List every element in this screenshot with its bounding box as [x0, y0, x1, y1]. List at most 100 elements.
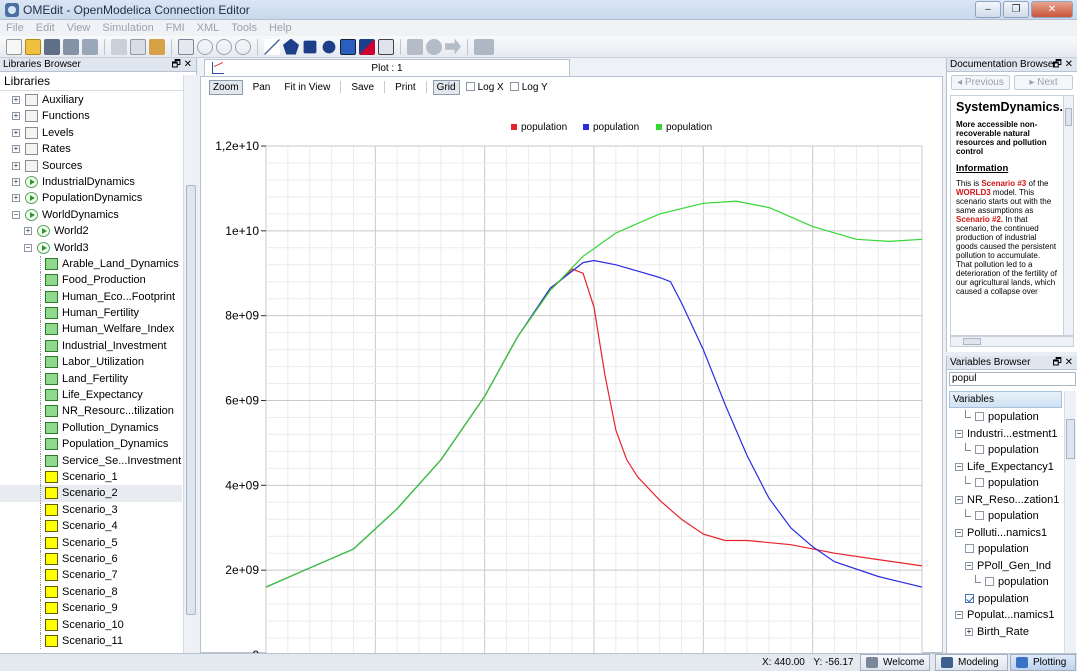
collapse-icon[interactable]: −	[12, 210, 20, 219]
fit-in-view-button[interactable]: Fit in View	[280, 80, 334, 95]
cut-icon[interactable]	[111, 38, 127, 55]
grid-button[interactable]: Grid	[432, 79, 460, 95]
expand-icon[interactable]: +	[12, 96, 20, 104]
variables-filter-input[interactable]: popul	[949, 372, 1076, 386]
scrollbar-thumb[interactable]	[1066, 419, 1075, 459]
library-tree-item[interactable]: NR_Resourc...tilization	[0, 403, 182, 420]
library-tree-item[interactable]: Arable_Land_Dynamics	[0, 255, 182, 272]
variable-item[interactable]: population	[949, 442, 1062, 459]
variable-group[interactable]: − PPoll_Gen_Ind	[949, 558, 1062, 575]
world3-link[interactable]: WORLD3	[956, 188, 991, 197]
documentation-hscrollbar[interactable]	[950, 336, 1074, 347]
copy-icon[interactable]	[130, 38, 146, 55]
menu-view[interactable]: View	[67, 22, 91, 34]
grid-icon[interactable]	[178, 38, 194, 55]
next-button[interactable]: ▸ Next	[1014, 75, 1073, 90]
library-tree-item[interactable]: Life_Expectancy	[0, 387, 182, 404]
menu-xml[interactable]: XML	[197, 22, 220, 34]
library-tree-item[interactable]: Labor_Utilization	[0, 354, 182, 371]
library-tree-item[interactable]: Scenario_8	[0, 583, 182, 600]
library-tree-item[interactable]: + Rates	[0, 141, 182, 157]
minimize-button[interactable]: ‒	[975, 1, 1001, 18]
variable-item[interactable]: population	[949, 409, 1062, 426]
library-tree-item[interactable]: − WorldDynamics	[0, 207, 182, 223]
library-tree-item[interactable]: Scenario_10	[0, 616, 182, 633]
library-tree-item[interactable]: Scenario_1	[0, 468, 182, 485]
library-tree-item[interactable]: + Auxiliary	[0, 92, 182, 108]
variable-item[interactable]: population	[949, 475, 1062, 492]
new-file-icon[interactable]	[6, 38, 22, 55]
library-tree-item[interactable]: Food_Production	[0, 272, 182, 289]
check-all-icon[interactable]	[426, 38, 442, 55]
log-x-toggle[interactable]: Log X	[465, 82, 504, 93]
variable-group[interactable]: + Birth_Rate	[949, 624, 1062, 641]
library-tree-item[interactable]: Pollution_Dynamics	[0, 419, 182, 436]
expand-icon[interactable]: +	[965, 627, 973, 636]
library-tree-item[interactable]: Land_Fertility	[0, 370, 182, 387]
variables-column-header[interactable]: Variables	[949, 391, 1062, 408]
plot-tab[interactable]: Plot : 1	[204, 59, 570, 77]
library-tree-item[interactable]: Scenario_4	[0, 518, 182, 535]
variable-checkbox[interactable]	[965, 593, 974, 603]
variable-item[interactable]: population	[949, 574, 1062, 591]
scenario-2-link[interactable]: Scenario #2.	[956, 215, 1003, 224]
variable-group[interactable]: − Populat...namics1	[949, 607, 1062, 624]
collapse-icon[interactable]: −	[955, 495, 963, 504]
plotting-perspective-button[interactable]: Plotting	[1010, 654, 1076, 671]
zoom-button[interactable]: Zoom	[209, 79, 243, 95]
library-tree-item[interactable]: Scenario_5	[0, 534, 182, 551]
ellipse-tool-icon[interactable]	[322, 40, 336, 53]
log-y-checkbox[interactable]	[509, 82, 519, 92]
collapse-icon[interactable]: −	[24, 243, 32, 252]
zoom-in-icon[interactable]	[216, 38, 232, 55]
line-tool-icon[interactable]	[264, 38, 280, 55]
zoom-reset-icon[interactable]	[197, 38, 213, 55]
save-as-icon[interactable]	[63, 38, 79, 55]
library-tree-item[interactable]: Human_Eco...Footprint	[0, 288, 182, 305]
collapse-icon[interactable]: −	[955, 528, 963, 537]
variable-group[interactable]: − NR_Reso...zation1	[949, 492, 1062, 509]
scenario-3-link[interactable]: Scenario #3	[981, 179, 1026, 188]
panel-float-close-icon[interactable]: 🗗 ✕	[1052, 58, 1073, 72]
library-tree-item[interactable]: + Sources	[0, 158, 182, 174]
save-all-icon[interactable]	[82, 38, 98, 55]
menu-simulation[interactable]: Simulation	[102, 22, 153, 34]
paste-icon[interactable]	[149, 38, 165, 55]
menu-help[interactable]: Help	[269, 22, 292, 34]
simulate-icon[interactable]	[445, 38, 461, 55]
menu-edit[interactable]: Edit	[36, 22, 55, 34]
collapse-icon[interactable]: −	[955, 611, 963, 619]
text-tool-icon[interactable]	[340, 38, 356, 55]
library-tree-item[interactable]: Scenario_9	[0, 600, 182, 617]
menu-tools[interactable]: Tools	[231, 22, 257, 34]
library-tree-item[interactable]: Service_Se...Investment	[0, 452, 182, 469]
zoom-out-icon[interactable]	[235, 38, 251, 55]
bitmap-tool-icon[interactable]	[359, 38, 375, 55]
variable-checkbox[interactable]	[965, 544, 974, 553]
pan-button[interactable]: Pan	[249, 80, 275, 95]
library-tree-item[interactable]: − World3	[0, 240, 182, 256]
variable-group[interactable]: − Life_Expectancy1	[949, 459, 1062, 476]
menu-fmi[interactable]: FMI	[166, 22, 185, 34]
libraries-scrollbar[interactable]	[183, 75, 197, 653]
documentation-vscrollbar[interactable]	[1064, 95, 1074, 336]
library-tree-item[interactable]: + PopulationDynamics	[0, 190, 182, 206]
expand-icon[interactable]: +	[12, 177, 20, 186]
panel-float-close-icon[interactable]: 🗗 ✕	[171, 58, 192, 72]
library-tree-item[interactable]: Scenario_2	[0, 485, 182, 502]
save-icon[interactable]	[44, 38, 60, 55]
close-button[interactable]: ✕	[1031, 1, 1073, 18]
expand-icon[interactable]: +	[12, 112, 20, 121]
expand-icon[interactable]: +	[12, 194, 20, 203]
population-chart[interactable]: 1 9001 9502 0002 0502 1002 1502 20002e+0…	[201, 95, 942, 653]
expand-icon[interactable]: +	[12, 128, 20, 137]
rectangle-tool-icon[interactable]	[303, 40, 317, 53]
library-tree-item[interactable]: Scenario_7	[0, 567, 182, 584]
check-model-icon[interactable]	[407, 38, 423, 55]
print-button[interactable]: Print	[391, 80, 420, 95]
export-image-icon[interactable]	[474, 38, 494, 55]
expand-icon[interactable]: +	[12, 145, 20, 154]
open-folder-icon[interactable]	[25, 38, 41, 55]
library-tree-item[interactable]: + Levels	[0, 125, 182, 141]
variable-checkbox[interactable]	[975, 478, 984, 487]
